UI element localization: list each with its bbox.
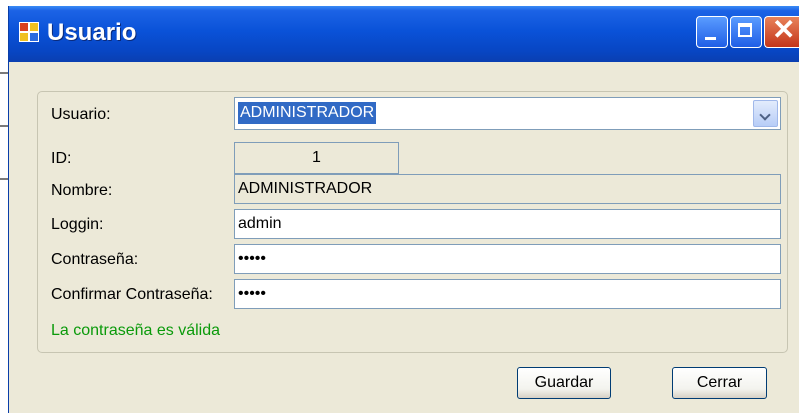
edge-mark: [0, 125, 8, 127]
nombre-field: ADMINISTRADOR: [234, 174, 781, 204]
edge-mark: [0, 72, 8, 74]
maximize-icon[interactable]: [730, 16, 762, 48]
close-button[interactable]: Cerrar: [672, 367, 767, 399]
loggin-label: Loggin:: [51, 216, 104, 233]
title-bar[interactable]: Usuario ✕: [9, 6, 799, 62]
confirm-password-input[interactable]: •••••: [234, 279, 781, 309]
dialog-body: Usuario: ADMINISTRADOR ID: 1 Nombre: ADM…: [9, 62, 799, 413]
edge-mark: [0, 178, 8, 180]
save-button[interactable]: Guardar: [517, 367, 611, 399]
password-input[interactable]: •••••: [234, 244, 781, 274]
nombre-label: Nombre:: [51, 182, 113, 199]
loggin-input[interactable]: admin: [234, 209, 781, 239]
window-title: Usuario: [47, 19, 137, 46]
password-label: Contraseña:: [51, 251, 139, 268]
id-label: ID:: [51, 150, 72, 167]
minimize-icon[interactable]: [696, 16, 728, 48]
usuario-dialog: Usuario ✕ Usuario: ADMINISTRADOR ID: 1 N…: [8, 6, 799, 413]
usuario-label: Usuario:: [51, 106, 111, 123]
confirm-password-label: Confirmar Contraseña:: [51, 286, 213, 303]
background-window-edge: [0, 0, 8, 413]
chevron-down-icon[interactable]: [753, 100, 778, 127]
id-field: 1: [234, 142, 399, 174]
app-icon: [19, 22, 39, 42]
validation-message: La contraseña es válida: [51, 322, 220, 339]
usuario-selected-value: ADMINISTRADOR: [238, 102, 377, 124]
close-icon[interactable]: ✕: [764, 14, 799, 48]
usuario-combobox[interactable]: ADMINISTRADOR: [234, 97, 781, 130]
